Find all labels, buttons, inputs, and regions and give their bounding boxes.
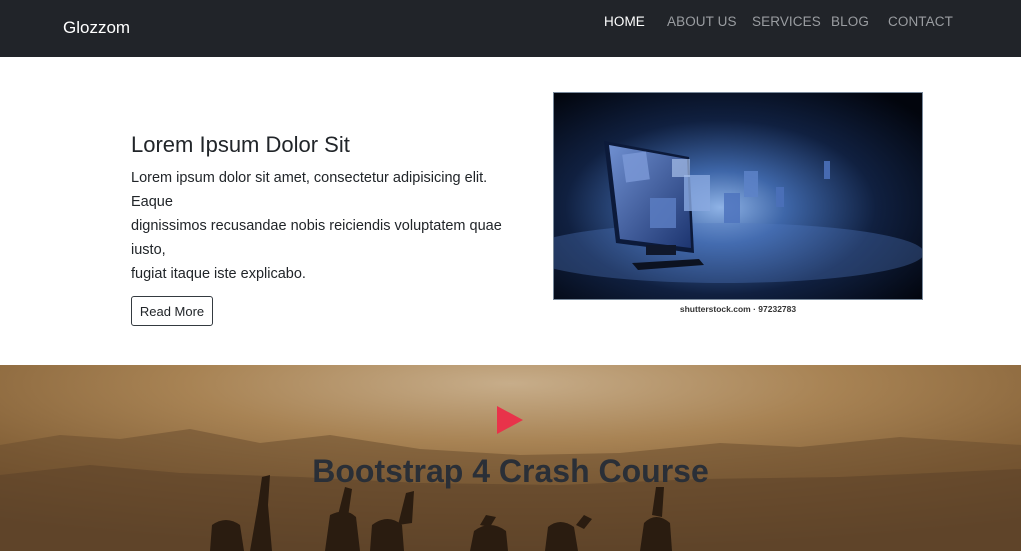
nav-link-home[interactable]: HOME xyxy=(604,14,645,29)
showcase-title: Lorem Ipsum Dolor Sit xyxy=(131,132,350,157)
showcase-text-line: Lorem ipsum dolor sit amet, consectetur … xyxy=(131,170,488,210)
showcase-text-line: dignissimos recusandae nobis reiciendis … xyxy=(131,218,502,258)
showcase-image xyxy=(553,92,923,300)
monitor-illustration xyxy=(554,93,922,299)
video-section: Bootstrap 4 Crash Course xyxy=(0,365,1021,551)
showcase-text-line: fugiat itaque iste explicabo. xyxy=(131,266,306,282)
image-caption: shutterstock.com · 97232783 xyxy=(679,304,797,314)
showcase-text: Lorem ipsum dolor sit amet, consectetur … xyxy=(131,166,521,286)
nav-link-services[interactable]: SERVICES xyxy=(752,14,821,29)
video-title: Bootstrap 4 Crash Course xyxy=(312,453,709,489)
nav-link-blog[interactable]: BLOG xyxy=(831,14,869,29)
navbar: Glozzom HOME ABOUT US SERVICES BLOG CONT… xyxy=(0,0,1021,57)
brand-logo[interactable]: Glozzom xyxy=(63,18,130,38)
play-icon[interactable] xyxy=(496,406,524,434)
nav-link-about-us[interactable]: ABOUT US xyxy=(667,14,737,29)
nav-link-contact[interactable]: CONTACT xyxy=(888,14,953,29)
showcase-section: Lorem Ipsum Dolor Sit Lorem ipsum dolor … xyxy=(0,57,1021,365)
read-more-button[interactable]: Read More xyxy=(131,296,213,326)
